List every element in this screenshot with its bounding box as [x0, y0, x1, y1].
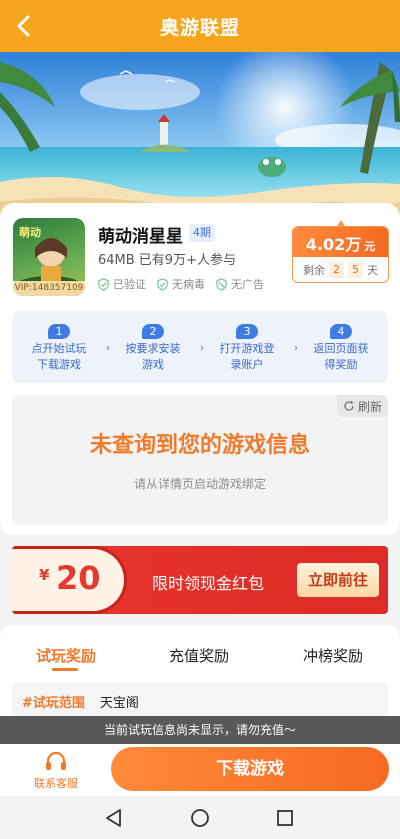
- step-number: 4: [330, 324, 352, 339]
- reward-unit: 元: [364, 240, 376, 253]
- period-badge: 4期: [189, 224, 215, 242]
- step-line: 点开始试玩: [31, 342, 87, 355]
- badge-label: 无病毒: [172, 278, 205, 291]
- tab-recharge-reward[interactable]: 充值奖励: [169, 645, 229, 666]
- red-packet-banner[interactable]: ¥ 20 限时领现金红包 立即前往: [12, 546, 388, 614]
- step-number: 2: [142, 324, 164, 339]
- red-packet-amount: 20: [56, 559, 101, 597]
- currency-symbol: ¥: [39, 566, 50, 584]
- shield-slash-icon: [216, 277, 227, 291]
- reward-amount-row: 4.02万 元: [293, 227, 388, 257]
- remaining-days: 剩余 2 5 天: [293, 257, 388, 282]
- step-4: 4 返回页面获得奖励: [294, 311, 388, 383]
- badge-no-virus: 无病毒: [156, 276, 205, 292]
- badge-label: 已验证: [113, 278, 146, 291]
- system-nav-bar: [0, 796, 400, 839]
- reward-amount: 4.02万: [305, 235, 362, 254]
- customer-service-button[interactable]: 联系客服: [22, 750, 90, 791]
- range-label: #试玩范围: [22, 695, 85, 711]
- nav-recents-icon[interactable]: [273, 806, 297, 830]
- vip-id: VIP:148357109: [13, 281, 85, 296]
- step-text: 按要求安装 游戏: [106, 341, 200, 373]
- customer-service-label: 联系客服: [34, 777, 78, 790]
- info-subtitle: 请从详情页启动游戏绑定: [133, 477, 266, 491]
- badge-no-ads: 无广告: [215, 276, 264, 292]
- back-arrow-icon[interactable]: [8, 12, 38, 40]
- tab-trial-reward[interactable]: 试玩奖励: [36, 645, 96, 666]
- step-3: 3 打开游戏登 录账户 ›: [200, 311, 298, 383]
- step-line: 游戏: [142, 358, 164, 371]
- step-text: 点开始试玩 下载游戏: [12, 341, 106, 373]
- badge-label: 无广告: [231, 278, 264, 291]
- step-line: 录账户: [230, 358, 264, 371]
- remaining-label: 剩余: [303, 264, 325, 277]
- step-number: 1: [48, 324, 70, 339]
- step-line: 返回页面获: [313, 342, 369, 355]
- step-line: 打开游戏登: [219, 342, 275, 355]
- shield-check-icon: [157, 277, 168, 291]
- step-line: 下载游戏: [37, 358, 81, 371]
- page-title: 奥游联盟: [159, 16, 240, 39]
- game-info-panel: 刷新 未查询到您的游戏信息 请从详情页启动游戏绑定: [12, 395, 388, 525]
- tab-ranking-reward[interactable]: 冲榜奖励: [303, 645, 363, 666]
- active-tab-indicator: [52, 668, 78, 671]
- refresh-icon: [344, 400, 354, 411]
- step-text: 打开游戏登 录账户: [200, 341, 294, 373]
- refresh-label: 刷新: [357, 399, 382, 414]
- safety-badges: 已验证 无病毒 无广告: [97, 276, 264, 292]
- shield-icon: [98, 277, 109, 291]
- days-digit: 5: [348, 262, 363, 278]
- step-text: 返回页面获 得奖励: [294, 341, 388, 373]
- game-name: 萌动消星星: [98, 227, 183, 247]
- badge-verified: 已验证: [97, 276, 146, 292]
- step-number: 3: [236, 324, 258, 339]
- steps-guide: 1 点开始试玩 下载游戏 › 2 按要求安装 游戏 › 3 打开游戏登 录账户 › 4…: [12, 311, 388, 383]
- headset-icon: [46, 751, 66, 770]
- reward-box: 4.02万 元 剩余 2 5 天: [292, 226, 389, 283]
- red-packet-text: 限时领现金红包: [152, 574, 265, 593]
- info-title: 未查询到您的游戏信息: [89, 433, 310, 458]
- download-game-button[interactable]: 下载游戏: [111, 747, 389, 791]
- step-line: 按要求安装: [125, 342, 181, 355]
- game-meta: 64MB 已有9万+人参与: [98, 253, 236, 268]
- step-1: 1 点开始试玩 下载游戏 ›: [12, 311, 110, 383]
- days-unit: 天: [367, 264, 378, 277]
- refresh-button[interactable]: 刷新: [336, 395, 388, 417]
- go-now-button[interactable]: 立即前往: [297, 563, 379, 597]
- top-bar: 奥游联盟: [0, 0, 400, 52]
- days-digit: 2: [329, 262, 344, 278]
- range-value: 天宝阁: [99, 695, 139, 711]
- banner-image: [0, 52, 400, 227]
- toast-message: 当前试玩信息尚未显示，请勿充值～: [0, 716, 400, 744]
- step-2: 2 按要求安装 游戏 ›: [106, 311, 204, 383]
- trial-range-row: #试玩范围 天宝阁: [12, 682, 388, 720]
- step-line: 得奖励: [324, 358, 358, 371]
- game-icon[interactable]: 萌动 VIP:148357109: [13, 218, 85, 296]
- nav-home-icon[interactable]: [188, 806, 212, 830]
- svg-text:萌动: 萌动: [19, 225, 41, 239]
- bottom-action-bar: 联系客服 下载游戏: [0, 744, 400, 796]
- nav-back-icon[interactable]: [102, 806, 126, 830]
